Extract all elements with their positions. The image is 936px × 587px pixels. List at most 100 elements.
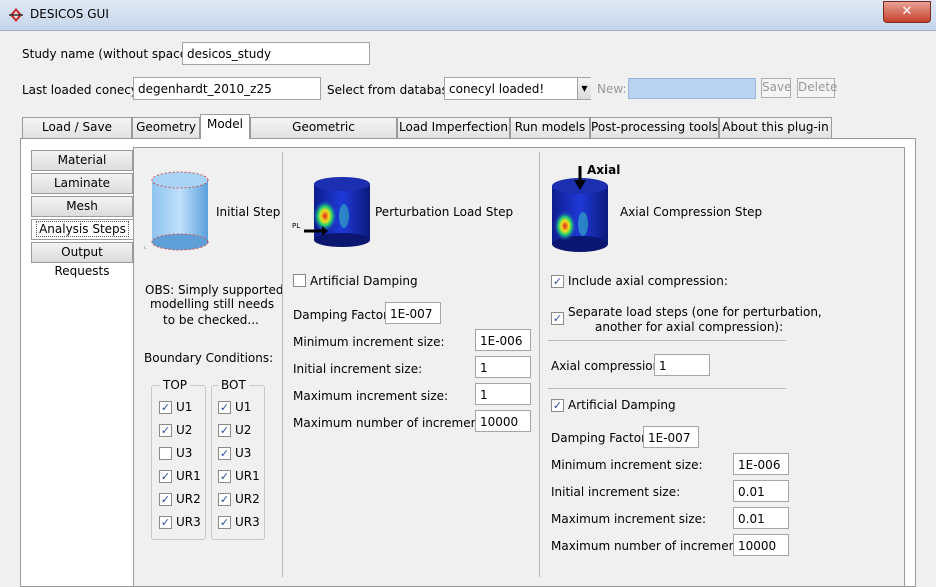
top-u2-label: U2: [176, 423, 193, 437]
check-icon: ✓: [160, 493, 171, 506]
bot-u1-checkbox[interactable]: ✓: [218, 401, 231, 414]
tab-about-plugin[interactable]: About this plug-in: [719, 117, 832, 138]
last-conecyl-input[interactable]: degenhardt_2010_z25: [133, 77, 321, 100]
new-label: New:: [597, 82, 627, 96]
perturbation-step-title: Perturbation Load Step: [375, 205, 514, 219]
perturbation-min-input[interactable]: 1E-006: [475, 329, 531, 351]
top-ur2-checkbox[interactable]: ✓: [159, 493, 172, 506]
check-icon: ✓: [219, 493, 230, 506]
perturbation-cylinder-icon: PL: [292, 177, 370, 247]
axial-maxnum-input[interactable]: 10000: [733, 534, 789, 556]
side-tab-analysis-steps-label: Analysis Steps: [36, 221, 129, 237]
top-u2-checkbox[interactable]: ✓: [159, 424, 172, 437]
cylinder-icon: ⌞: [144, 171, 209, 251]
include-axial-label: Include axial compression:: [568, 274, 728, 288]
perturbation-maxnum-label: Maximum number of increments:: [293, 416, 494, 430]
bot-u3-checkbox[interactable]: ✓: [218, 447, 231, 460]
bot-ur2-label: UR2: [235, 492, 260, 506]
top-ur2-label: UR2: [176, 492, 201, 506]
svg-text:⌞: ⌞: [144, 243, 147, 250]
obs-line-2: modelling still needs: [150, 297, 275, 311]
check-icon: ✓: [552, 399, 563, 412]
top-u3-checkbox[interactable]: [159, 447, 172, 460]
last-conecyl-label: Last loaded conecyl:: [22, 83, 146, 97]
axial-max-label: Maximum increment size:: [551, 512, 707, 526]
top-ur3-checkbox[interactable]: ✓: [159, 516, 172, 529]
check-icon: ✓: [219, 401, 230, 414]
bot-u3-label: U3: [235, 446, 252, 460]
study-name-input[interactable]: desicos_study: [182, 42, 370, 65]
check-icon: ✓: [552, 312, 563, 325]
axial-step-title: Axial Compression Step: [620, 205, 763, 219]
study-name-label: Study name (without spaces):: [22, 47, 203, 61]
perturbation-max-input[interactable]: 1: [475, 383, 531, 405]
bot-u2-label: U2: [235, 423, 252, 437]
side-tab-material[interactable]: Material: [31, 150, 133, 171]
tab-load-imperfection[interactable]: Load Imperfection: [397, 117, 510, 138]
axial-min-label: Minimum increment size:: [551, 458, 703, 472]
boundary-conditions-label: Boundary Conditions:: [144, 351, 274, 365]
check-icon: ✓: [160, 470, 171, 483]
include-axial-checkbox[interactable]: ✓: [551, 275, 564, 288]
perturbation-max-label: Maximum increment size:: [293, 389, 449, 403]
perturbation-init-label: Initial increment size:: [293, 362, 423, 376]
tab-model[interactable]: Model: [200, 114, 250, 139]
top-u1-checkbox[interactable]: ✓: [159, 401, 172, 414]
tab-run-models[interactable]: Run models: [510, 117, 590, 138]
divider: [548, 340, 786, 341]
column-divider: [282, 152, 283, 577]
check-icon: ✓: [219, 470, 230, 483]
close-button[interactable]: ✕: [883, 1, 931, 23]
bot-ur1-checkbox[interactable]: ✓: [218, 470, 231, 483]
window-title: DESICOS GUI: [30, 7, 109, 21]
database-label: Select from database:: [327, 83, 460, 97]
obs-line-1: OBS: Simply supported: [145, 283, 284, 297]
axial-factor-label: Damping Factor:: [551, 431, 650, 445]
axial-maxnum-label: Maximum number of increments:: [551, 539, 752, 553]
top-ur1-label: UR1: [176, 469, 201, 483]
bot-u1-label: U1: [235, 400, 252, 414]
check-icon: ✓: [219, 447, 230, 460]
pl-label: PL: [292, 222, 300, 230]
side-tab-analysis-steps[interactable]: Analysis Steps: [31, 219, 133, 240]
bot-group-label: BOT: [218, 378, 249, 392]
bot-ur3-checkbox[interactable]: ✓: [218, 516, 231, 529]
perturbation-init-input[interactable]: 1: [475, 356, 531, 378]
perturbation-damping-label: Artificial Damping: [310, 274, 418, 288]
delete-button[interactable]: Delete: [797, 78, 837, 98]
top-ur1-checkbox[interactable]: ✓: [159, 470, 172, 483]
new-input[interactable]: [628, 78, 756, 99]
tab-post-processing-tools[interactable]: Post-processing tools: [590, 117, 719, 138]
axial-factor-input[interactable]: 1E-007: [643, 426, 699, 448]
tab-geometric-imperfections[interactable]: Geometric Imperfections: [250, 117, 397, 153]
database-select[interactable]: conecyl loaded!: [444, 77, 591, 100]
axial-min-input[interactable]: 1E-006: [733, 453, 789, 475]
bot-u2-checkbox[interactable]: ✓: [218, 424, 231, 437]
top-group-label: TOP: [160, 378, 191, 392]
check-icon: ✓: [160, 424, 171, 437]
chevron-down-icon[interactable]: ▼: [577, 78, 591, 99]
axial-damping-checkbox[interactable]: ✓: [551, 399, 564, 412]
side-tab-output-requests[interactable]: Output Requests: [31, 242, 133, 278]
axial-max-input[interactable]: 0.01: [733, 507, 789, 529]
side-tab-laminate[interactable]: Laminate: [31, 173, 133, 194]
axial-init-label: Initial increment size:: [551, 485, 681, 499]
axial-init-input[interactable]: 0.01: [733, 480, 789, 502]
tab-geometry[interactable]: Geometry: [132, 117, 200, 138]
top-u3-label: U3: [176, 446, 193, 460]
perturbation-damping-checkbox[interactable]: [293, 274, 306, 287]
check-icon: ✓: [219, 424, 230, 437]
perturbation-factor-input[interactable]: 1E-007: [385, 302, 441, 324]
tab-load-save-study[interactable]: Load / Save Study: [22, 117, 132, 153]
side-tab-mesh[interactable]: Mesh: [31, 196, 133, 217]
axial-compression-input[interactable]: 1: [654, 354, 710, 376]
save-button[interactable]: Save: [761, 78, 791, 98]
perturbation-maxnum-input[interactable]: 10000: [475, 410, 531, 432]
divider: [548, 388, 786, 389]
check-icon: ✓: [160, 516, 171, 529]
separate-steps-checkbox[interactable]: ✓: [551, 312, 564, 325]
bot-ur2-checkbox[interactable]: ✓: [218, 493, 231, 506]
obs-line-3: to be checked...: [163, 313, 259, 327]
bot-ur3-label: UR3: [235, 515, 260, 529]
title-bar: DESICOS GUI ✕: [0, 0, 936, 31]
